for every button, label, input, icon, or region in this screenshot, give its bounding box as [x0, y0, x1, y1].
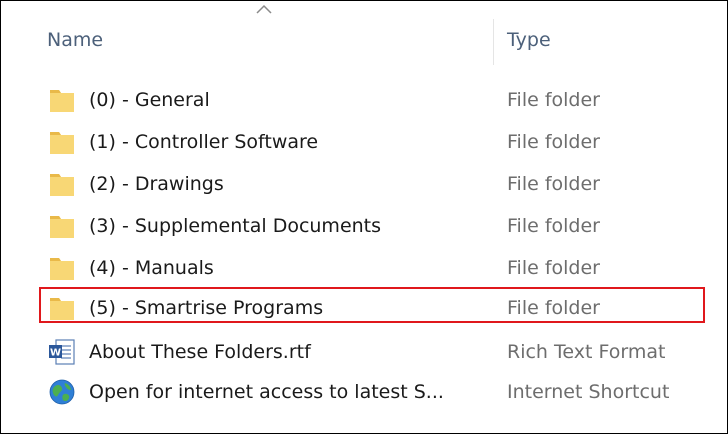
- file-name: (2) - Drawings: [89, 173, 224, 195]
- file-name: (5) - Smartrise Programs: [89, 297, 324, 319]
- file-name: (1) - Controller Software: [89, 131, 319, 153]
- folder-icon: [50, 90, 74, 112]
- file-type: File folder: [507, 215, 600, 237]
- file-type: File folder: [507, 89, 600, 111]
- folder-icon: [50, 258, 74, 280]
- file-type: File folder: [507, 131, 600, 153]
- file-name: (3) - Supplemental Documents: [89, 215, 382, 237]
- list-item[interactable]: W About These Folders.rtf Rich Text Form…: [37, 331, 677, 373]
- chevron-up-icon[interactable]: [255, 3, 273, 15]
- globe-icon: [49, 379, 75, 405]
- column-divider[interactable]: [493, 19, 494, 65]
- file-name: Open for internet access to latest S...: [89, 381, 444, 403]
- file-name: About These Folders.rtf: [89, 341, 311, 363]
- list-item-smartrise-programs[interactable]: (5) - Smartrise Programs File folder: [37, 287, 677, 329]
- list-item[interactable]: Open for internet access to latest S... …: [37, 371, 677, 413]
- folder-icon: [50, 216, 74, 238]
- file-name: (0) - General: [89, 89, 210, 111]
- column-header-type[interactable]: Type: [507, 29, 551, 51]
- svg-text:W: W: [50, 348, 61, 359]
- list-item[interactable]: (3) - Supplemental Documents File folder: [37, 205, 677, 247]
- file-type: Rich Text Format: [507, 341, 666, 363]
- file-type: Internet Shortcut: [507, 381, 670, 403]
- column-header-name[interactable]: Name: [47, 29, 103, 51]
- file-name: (4) - Manuals: [89, 257, 214, 279]
- file-type: File folder: [507, 297, 600, 319]
- list-item[interactable]: (0) - General File folder: [37, 79, 677, 121]
- column-header: Name Type: [1, 1, 727, 81]
- word-document-icon: W: [49, 339, 75, 365]
- file-type: File folder: [507, 173, 600, 195]
- folder-icon: [50, 174, 74, 196]
- list-item[interactable]: (2) - Drawings File folder: [37, 163, 677, 205]
- folder-icon: [50, 132, 74, 154]
- folder-icon: [50, 298, 74, 320]
- file-type: File folder: [507, 257, 600, 279]
- list-item[interactable]: (4) - Manuals File folder: [37, 247, 677, 289]
- file-explorer-list: Name Type (0) - General File folder (1) …: [0, 0, 728, 434]
- list-item[interactable]: (1) - Controller Software File folder: [37, 121, 677, 163]
